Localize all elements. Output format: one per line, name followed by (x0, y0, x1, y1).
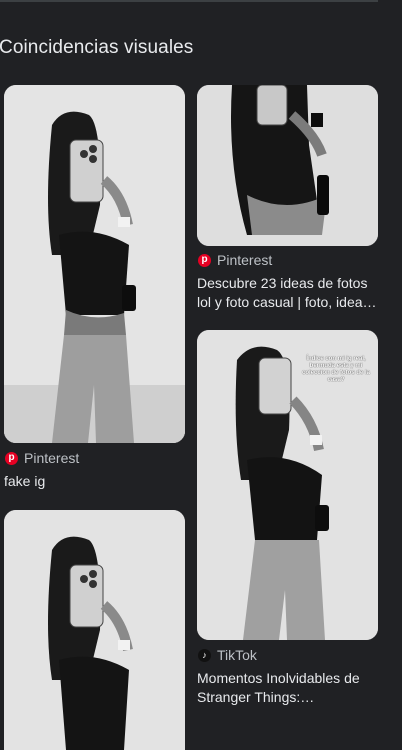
tiktok-icon: ♪ (198, 648, 211, 662)
result-card-1[interactable]: p Pinterest fake ig (0, 0, 190, 500)
result-caption-3[interactable]: Momentos Inolvidables de Stranger Things… (197, 669, 382, 707)
result-source-2[interactable]: p Pinterest (198, 252, 272, 268)
pinterest-icon: p (198, 253, 211, 267)
result-source-3[interactable]: ♪ TikTok (198, 647, 257, 663)
mirror-selfie-image (197, 85, 378, 246)
result-thumbnail-1[interactable] (4, 85, 185, 443)
pinterest-icon: p (5, 451, 18, 465)
thumbnail-overlay-text: Índice con mi ig real, bermuda esta y mi… (301, 356, 370, 383)
mirror-selfie-image (4, 510, 185, 750)
result-source-label: Pinterest (217, 252, 273, 268)
mirror-selfie-image (4, 85, 185, 443)
result-card-2[interactable]: p Pinterest Descubre 23 ideas de fotos l… (192, 0, 392, 320)
result-card-4[interactable] (0, 500, 190, 750)
result-source-label: TikTok (217, 647, 257, 663)
result-caption-1[interactable]: fake ig (4, 472, 184, 491)
result-thumbnail-2[interactable] (197, 85, 378, 246)
result-source-1[interactable]: p Pinterest (5, 450, 79, 466)
result-source-label: Pinterest (24, 450, 80, 466)
result-caption-2[interactable]: Descubre 23 ideas de fotos lol y foto ca… (197, 274, 382, 312)
result-card-3[interactable]: Índice con mi ig real, bermuda esta y mi… (192, 320, 392, 720)
result-thumbnail-4[interactable] (4, 510, 185, 750)
result-thumbnail-3[interactable]: Índice con mi ig real, bermuda esta y mi… (197, 330, 378, 640)
